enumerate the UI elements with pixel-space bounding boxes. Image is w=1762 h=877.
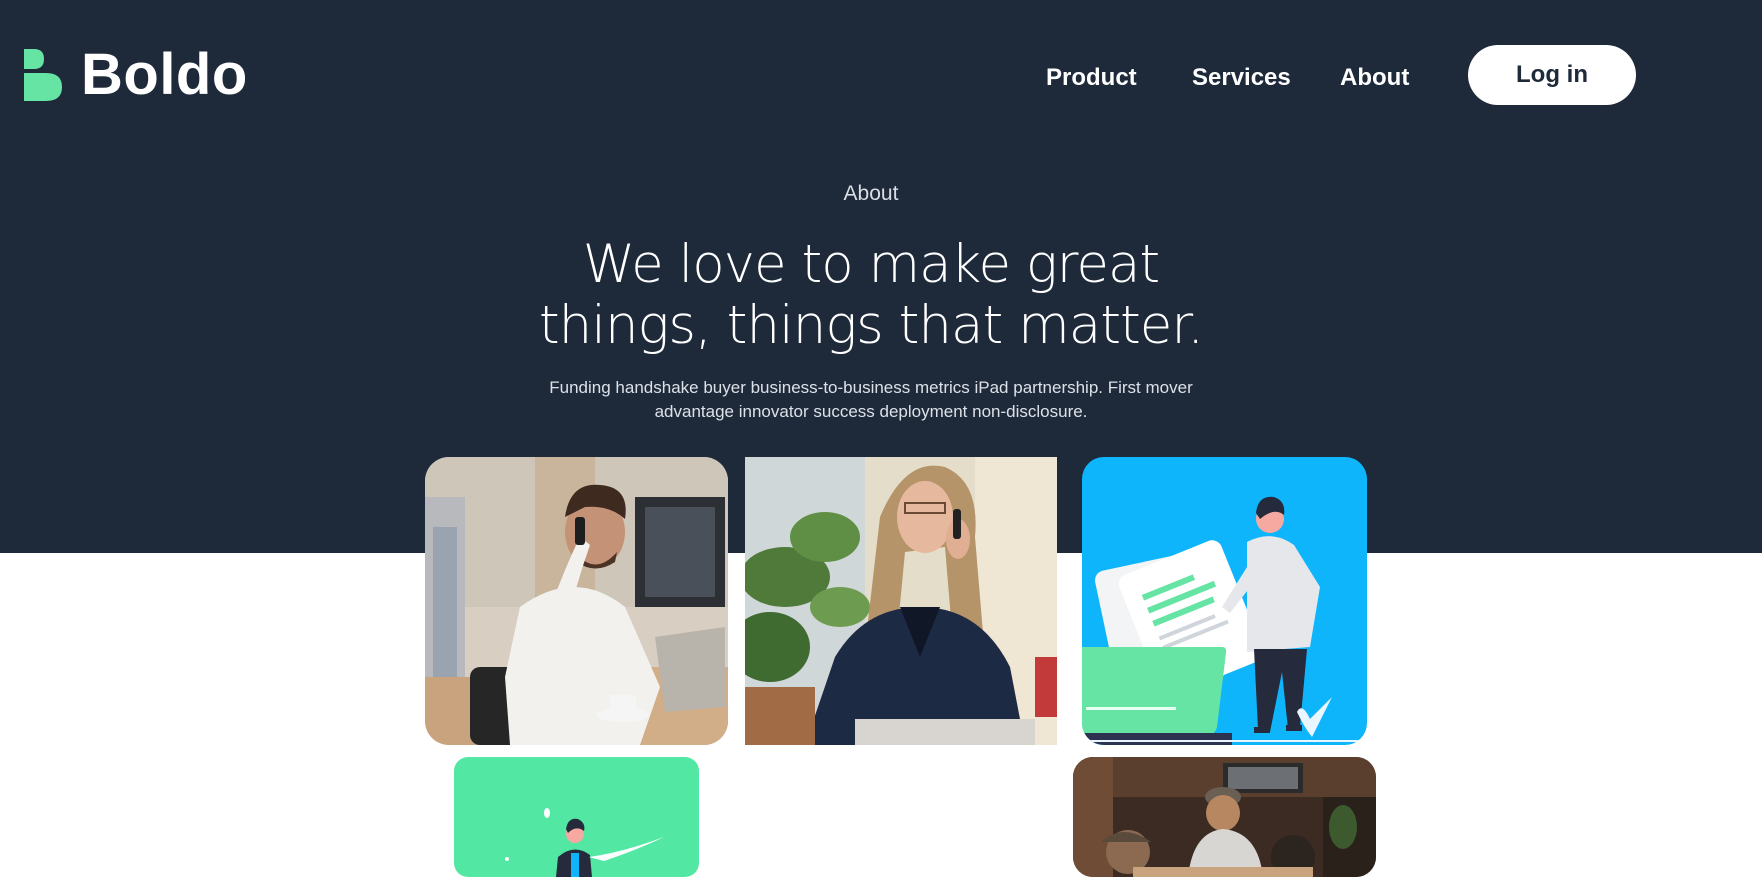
hero-subtext: Funding handshake buyer business-to-busi… xyxy=(0,376,1742,424)
boldo-logo-icon xyxy=(24,49,62,101)
illustration-person-with-documents xyxy=(1082,457,1367,745)
photo-woman-on-phone xyxy=(745,457,1057,745)
brand-logo[interactable]: Boldo xyxy=(24,46,248,104)
photo-man-on-phone xyxy=(425,457,728,745)
hero-headline-line-2: things, things that matter. xyxy=(538,295,1204,356)
hero-headline-line-1: We love to make great xyxy=(582,234,1160,295)
section-eyebrow: About xyxy=(843,182,899,205)
hero-subtext-line-1: Funding handshake buyer business-to-busi… xyxy=(549,378,1193,397)
hero-subtext-line-2: advantage innovator success deployment n… xyxy=(654,402,1088,421)
login-button[interactable]: Log in xyxy=(1468,45,1636,105)
nav-product[interactable]: Product xyxy=(1046,64,1137,92)
photo-team-meeting xyxy=(1073,757,1376,877)
nav-services[interactable]: Services xyxy=(1192,64,1291,92)
brand-name: Boldo xyxy=(81,42,248,107)
illustration-green-person xyxy=(454,757,699,877)
hero-headline: We love to make great things, things tha… xyxy=(0,234,1742,356)
nav-about[interactable]: About xyxy=(1340,64,1409,92)
